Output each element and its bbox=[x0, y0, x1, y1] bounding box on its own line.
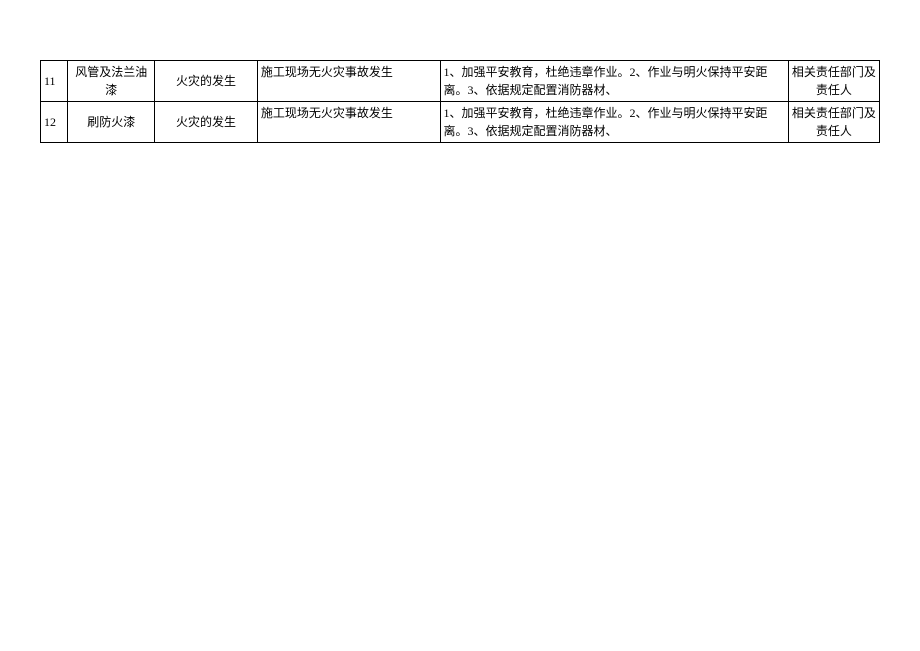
cell-item: 刷防火漆 bbox=[68, 102, 155, 143]
cell-num: 11 bbox=[41, 61, 68, 102]
cell-resp: 相关责任部门及责任人 bbox=[788, 61, 879, 102]
cell-num: 12 bbox=[41, 102, 68, 143]
table-row: 11 风管及法兰油漆 火灾的发生 施工现场无火灾事故发生 1、加强平安教育，杜绝… bbox=[41, 61, 880, 102]
cell-resp: 相关责任部门及责任人 bbox=[788, 102, 879, 143]
table-row: 12 刷防火漆 火灾的发生 施工现场无火灾事故发生 1、加强平安教育，杜绝违章作… bbox=[41, 102, 880, 143]
cell-goal: 施工现场无火灾事故发生 bbox=[257, 61, 440, 102]
cell-goal: 施工现场无火灾事故发生 bbox=[257, 102, 440, 143]
cell-measure: 1、加强平安教育，杜绝违章作业。2、作业与明火保持平安距离。3、依据规定配置消防… bbox=[440, 61, 788, 102]
cell-measure: 1、加强平安教育，杜绝违章作业。2、作业与明火保持平安距离。3、依据规定配置消防… bbox=[440, 102, 788, 143]
cell-hazard: 火灾的发生 bbox=[155, 102, 258, 143]
cell-hazard: 火灾的发生 bbox=[155, 61, 258, 102]
safety-table: 11 风管及法兰油漆 火灾的发生 施工现场无火灾事故发生 1、加强平安教育，杜绝… bbox=[40, 60, 880, 143]
cell-item: 风管及法兰油漆 bbox=[68, 61, 155, 102]
